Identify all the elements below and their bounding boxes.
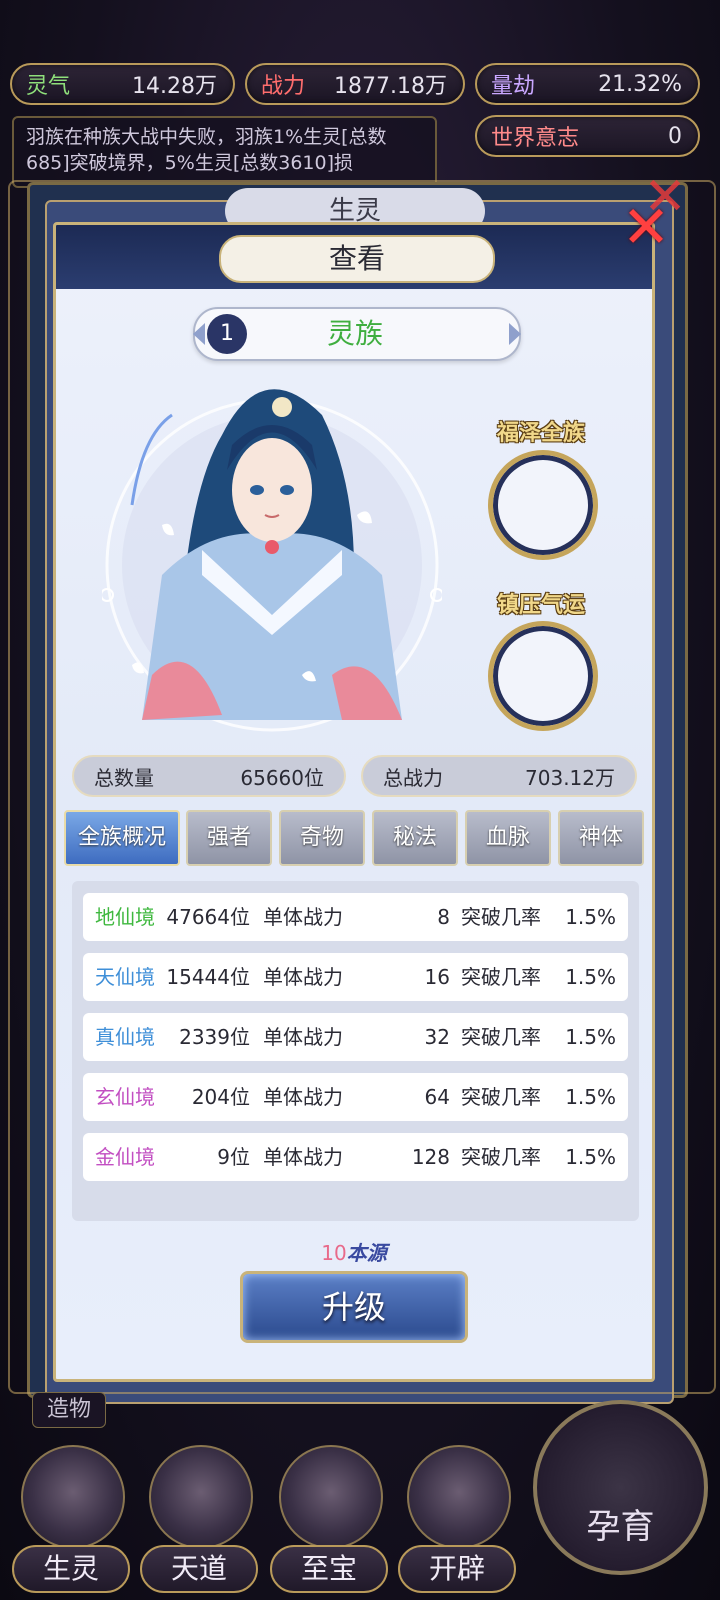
- realm-list: 地仙境 47664位 单体战力 8 突破几率 1.5% 天仙境 15444位 单…: [72, 881, 639, 1221]
- race-name: 灵族: [326, 317, 383, 350]
- unit-power: 32: [424, 1025, 450, 1049]
- next-race-arrow-icon[interactable]: [509, 323, 521, 345]
- phoenix-emblem-icon: [21, 1445, 125, 1549]
- unit-power: 64: [424, 1085, 450, 1109]
- blessing-slot[interactable]: [488, 450, 598, 560]
- cost-unit: 本源: [346, 1241, 387, 1265]
- realm-count: 15444位: [166, 965, 250, 989]
- tab-treasure[interactable]: 奇物: [279, 810, 365, 866]
- realm-row: 金仙境 9位 单体战力 128 突破几率 1.5%: [83, 1133, 628, 1181]
- unit-power: 8: [437, 905, 450, 929]
- unit-power: 16: [424, 965, 450, 989]
- nurture-label: 孕育: [586, 1507, 655, 1547]
- resource-liangjie: 量劫 21.32%: [475, 63, 700, 105]
- stat-value: 703.12万: [525, 765, 615, 790]
- breakthrough-rate: 1.5%: [565, 1145, 616, 1169]
- total-count-stat: 总数量 65660位: [72, 755, 346, 797]
- breakthrough-rate: 1.5%: [565, 1085, 616, 1109]
- dialog-title: 查看: [219, 235, 495, 283]
- resource-label: 灵气: [26, 74, 71, 99]
- suppress-slot[interactable]: [488, 621, 598, 731]
- race-portrait: [102, 389, 442, 732]
- power-label: 单体战力: [263, 1085, 343, 1109]
- nav-label: 生灵: [12, 1545, 130, 1593]
- resource-value: 1877.18万: [334, 74, 447, 99]
- race-detail-dialog: 查看 1 灵族 福泽全族 镇压气运 总数量 65660位 总战力 703.12万…: [53, 222, 655, 1382]
- resource-label: 量劫: [491, 74, 536, 99]
- race-index-badge: 1: [207, 314, 247, 354]
- nav-label: 开辟: [398, 1545, 516, 1593]
- stat-value: 65660位: [240, 765, 324, 790]
- power-label: 单体战力: [263, 1025, 343, 1049]
- nav-shengling[interactable]: 生灵: [12, 1445, 130, 1595]
- nav-label: 天道: [140, 1545, 258, 1593]
- tab-secret-art[interactable]: 秘法: [372, 810, 458, 866]
- realm-name: 玄仙境: [95, 1085, 155, 1109]
- rate-label: 突破几率: [461, 1025, 541, 1049]
- realm-row: 真仙境 2339位 单体战力 32 突破几率 1.5%: [83, 1013, 628, 1061]
- breakthrough-rate: 1.5%: [565, 905, 616, 929]
- realm-name: 金仙境: [95, 1145, 155, 1169]
- zaowu-button[interactable]: 造物: [32, 1392, 106, 1428]
- rate-label: 突破几率: [461, 905, 541, 929]
- realm-count: 9位: [217, 1145, 250, 1169]
- event-log: 羽族在种族大战中失败，羽族1%生灵[总数685]突破境界，5%生灵[总数3610…: [12, 116, 437, 188]
- realm-row: 天仙境 15444位 单体战力 16 突破几率 1.5%: [83, 953, 628, 1001]
- treasure-emblem-icon: [279, 1445, 383, 1549]
- upgrade-cost: 10本源: [56, 1237, 652, 1266]
- resource-label: 世界意志: [491, 126, 580, 151]
- detail-tabs: 全族概况 强者 奇物 秘法 血脉 神体: [64, 810, 646, 868]
- realm-name: 天仙境: [95, 965, 155, 989]
- swirl-emblem-icon: [149, 1445, 253, 1549]
- upgrade-button[interactable]: 升级: [240, 1271, 468, 1343]
- rate-label: 突破几率: [461, 1145, 541, 1169]
- resource-label: 战力: [261, 74, 306, 99]
- breakthrough-rate: 1.5%: [565, 1025, 616, 1049]
- resource-value: 14.28万: [132, 74, 217, 99]
- resource-value: 21.32%: [598, 71, 682, 97]
- nurture-button[interactable]: 孕育: [533, 1400, 708, 1575]
- resource-lingqi: 灵气 14.28万: [10, 63, 235, 105]
- stat-label: 总战力: [383, 765, 443, 790]
- tree-emblem-icon: [407, 1445, 511, 1549]
- prev-race-arrow-icon[interactable]: [193, 323, 205, 345]
- power-label: 单体战力: [263, 905, 343, 929]
- unit-power: 128: [411, 1145, 450, 1169]
- total-power-stat: 总战力 703.12万: [361, 755, 637, 797]
- tab-divine-body[interactable]: 神体: [558, 810, 644, 866]
- realm-row: 地仙境 47664位 单体战力 8 突破几率 1.5%: [83, 893, 628, 941]
- rate-label: 突破几率: [461, 1085, 541, 1109]
- realm-name: 真仙境: [95, 1025, 155, 1049]
- race-selector[interactable]: 1 灵族: [193, 307, 521, 361]
- realm-count: 47664位: [166, 905, 250, 929]
- rate-label: 突破几率: [461, 965, 541, 989]
- cost-amount: 10: [321, 1241, 347, 1265]
- power-label: 单体战力: [263, 965, 343, 989]
- tab-overview[interactable]: 全族概况: [64, 810, 180, 866]
- slot-label-zhenya: 镇压气运: [496, 593, 585, 618]
- tab-bloodline[interactable]: 血脉: [465, 810, 551, 866]
- close-icon[interactable]: ✕: [615, 196, 677, 258]
- slot-label-fuze: 福泽全族: [496, 421, 585, 446]
- resource-zhanli: 战力 1877.18万: [245, 63, 465, 105]
- realm-count: 204位: [191, 1085, 250, 1109]
- realm-count: 2339位: [179, 1025, 250, 1049]
- nav-zhibao[interactable]: 至宝: [270, 1445, 388, 1595]
- breakthrough-rate: 1.5%: [565, 965, 616, 989]
- nav-label: 至宝: [270, 1545, 388, 1593]
- nav-kaipi[interactable]: 开辟: [398, 1445, 516, 1595]
- tab-strong[interactable]: 强者: [186, 810, 272, 866]
- stat-label: 总数量: [94, 765, 154, 790]
- power-label: 单体战力: [263, 1145, 343, 1169]
- resource-value: 0: [668, 123, 682, 149]
- realm-name: 地仙境: [95, 905, 155, 929]
- dialog-header: 查看: [56, 225, 652, 289]
- nav-tiandao[interactable]: 天道: [140, 1445, 258, 1595]
- realm-row: 玄仙境 204位 单体战力 64 突破几率 1.5%: [83, 1073, 628, 1121]
- resource-world-will: 世界意志 0: [475, 115, 700, 157]
